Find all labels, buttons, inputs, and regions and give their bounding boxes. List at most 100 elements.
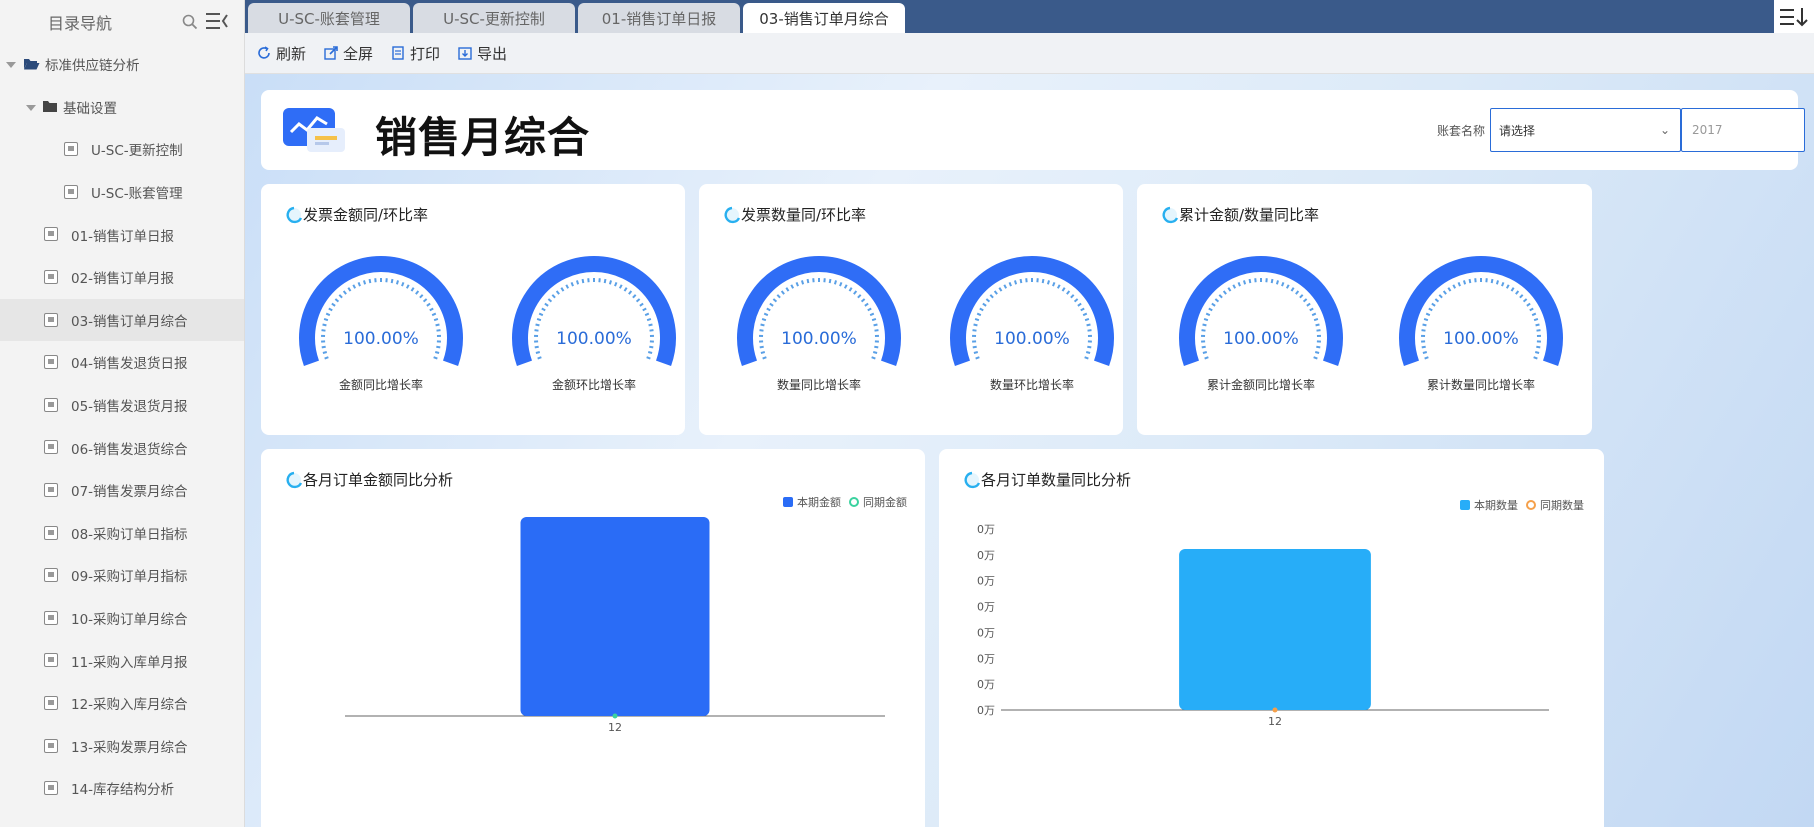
gauge-tick: [979, 307, 984, 312]
sidebar-item-1[interactable]: 基础设置: [0, 86, 244, 129]
sidebar-item-label: U-SC-更新控制: [91, 143, 183, 160]
sidebar-item-label: 03-销售订单月综合: [71, 313, 188, 330]
gauge-tick: [1204, 356, 1209, 360]
tab-sales-monthly-summary[interactable]: 03-销售订单月综合: [743, 3, 905, 33]
gauge-tick: [1306, 302, 1311, 307]
collapse-menu-icon[interactable]: [206, 12, 228, 30]
tab-usc-update[interactable]: U-SC-更新控制: [413, 3, 575, 33]
gauge-tick: [1447, 287, 1452, 292]
tab-menu-button[interactable]: [1774, 0, 1814, 33]
gauge-tick: [1203, 318, 1209, 322]
gauge-tick: [762, 356, 767, 360]
report-icon: [44, 397, 58, 412]
year-input[interactable]: 2017: [1681, 108, 1805, 152]
sidebar-item-12[interactable]: 09-采购订单月指标: [0, 554, 244, 597]
fullscreen-icon: [324, 46, 338, 60]
caret-down-icon[interactable]: [6, 62, 16, 68]
account-select[interactable]: 请选择 ⌄: [1490, 108, 1681, 152]
sidebar-item-label: 04-销售发退货日报: [71, 356, 188, 373]
gauge-tick: [1205, 312, 1211, 317]
sidebar-item-17[interactable]: 14-库存结构分析: [0, 767, 244, 810]
gauge-tick: [1211, 302, 1216, 307]
gauge: 100.00% 累计金额同比增长率: [1161, 250, 1361, 410]
title-marker-icon: [724, 206, 741, 223]
bar-current[interactable]: [520, 517, 710, 716]
gauge-tick: [342, 290, 347, 295]
bar-current[interactable]: [1179, 549, 1371, 710]
gauge-tick: [401, 281, 405, 287]
card-title: 发票金额同/环比率: [285, 204, 428, 225]
sidebar-item-4[interactable]: 01-销售订单日报: [0, 213, 244, 256]
sidebar-item-16[interactable]: 13-采购发票月综合: [0, 725, 244, 768]
report-icon: [44, 482, 58, 497]
tab-usc-account[interactable]: U-SC-账套管理: [248, 3, 410, 33]
gauge-card-cumulative: 累计金额/数量同比率 100.00% 累计金额同比增长率 100.00% 累计数量同比增…: [1137, 184, 1592, 435]
sidebar-item-9[interactable]: 06-销售发退货综合: [0, 426, 244, 469]
sidebar-item-0[interactable]: 标准供应链分析: [0, 43, 244, 86]
gauge-tick: [1501, 281, 1505, 287]
gauge-tick: [547, 298, 553, 303]
search-icon[interactable]: [182, 14, 198, 30]
gauge-tick: [973, 351, 979, 354]
gauge-tick: [544, 302, 549, 307]
sidebar-item-15[interactable]: 12-采购入库月综合: [0, 682, 244, 725]
sidebar-item-5[interactable]: 02-销售订单月报: [0, 256, 244, 299]
gauge-tick: [1077, 302, 1082, 307]
gauge-label: 金额环比增长率: [551, 378, 636, 392]
gauge-tick: [1510, 287, 1515, 292]
sidebar-item-3[interactable]: U-SC-账套管理: [0, 171, 244, 214]
gauge-tick: [1218, 294, 1223, 299]
sidebar-item-2[interactable]: U-SC-更新控制: [0, 128, 244, 171]
tab-sales-daily[interactable]: 01-销售订单日报: [578, 3, 740, 33]
gauge-tick: [435, 323, 440, 327]
sidebar-item-14[interactable]: 11-采购入库单月报: [0, 639, 244, 682]
gauge-value: 100.00%: [994, 329, 1070, 349]
gauge-tick: [873, 323, 878, 327]
gauge-tick: [1275, 280, 1279, 285]
sidebar-item-7[interactable]: 04-销售发退货日报: [0, 341, 244, 384]
app-root: 目录导航 标准供应链分析 基础设置 U-SC-更新控制 U-SC-账套管理 01-销售订…: [0, 0, 1814, 827]
gauge-tick: [324, 356, 329, 360]
sidebar-item-13[interactable]: 10-采购订单月综合: [0, 597, 244, 640]
chart-card-quantity: 各月订单数量同比分析 本期数量 同期数量 0万 0万 0万 0万 0万 0万 0万 0万 12: [939, 449, 1604, 827]
caret-down-icon[interactable]: [26, 104, 36, 111]
sidebar-item-10[interactable]: 07-销售发票月综合: [0, 469, 244, 512]
gauge-tick: [647, 351, 653, 354]
fullscreen-button[interactable]: 全屏: [324, 43, 373, 64]
refresh-button[interactable]: 刷新: [257, 43, 306, 64]
print-icon: [392, 46, 404, 60]
report-icon: [44, 738, 58, 753]
sidebar-item-label: U-SC-账套管理: [91, 186, 183, 203]
gauge-tick: [857, 294, 862, 299]
gauge-dial: [737, 256, 901, 367]
gauge-tick: [1313, 356, 1318, 360]
report-icon: [44, 653, 58, 668]
report-icon: [44, 781, 58, 796]
gauge-tick: [989, 294, 994, 299]
export-button[interactable]: 导出: [458, 43, 507, 64]
gauge-tick: [429, 307, 434, 312]
gauge-tick: [410, 287, 415, 292]
gauge-tick: [322, 323, 327, 327]
gauge-value: 100.00%: [556, 329, 632, 349]
gauge-tick: [1014, 280, 1018, 285]
sidebar-item-11[interactable]: 08-采购订单日指标: [0, 512, 244, 555]
sidebar-item-8[interactable]: 05-销售发退货月报: [0, 384, 244, 427]
point-prior[interactable]: [1272, 707, 1278, 713]
gauge-tick: [1073, 298, 1079, 303]
export-icon: [458, 47, 472, 60]
sidebar-item-label: 标准供应链分析: [45, 58, 140, 75]
point-prior[interactable]: [612, 713, 618, 719]
gauge-label: 数量同比增长率: [776, 378, 861, 392]
gauge-tick: [869, 312, 875, 317]
gauge-tick: [433, 318, 439, 322]
gauge-dial: [1179, 256, 1343, 367]
sidebar-item-label: 06-销售发退货综合: [71, 441, 188, 458]
gauge-tick: [853, 290, 858, 295]
gauge-label: 累计数量同比增长率: [1426, 378, 1535, 392]
gauge-label: 累计金额同比增长率: [1206, 378, 1315, 392]
sidebar: 目录导航 标准供应链分析 基础设置 U-SC-更新控制 U-SC-账套管理 01-销售订…: [0, 0, 245, 827]
report-icon: [44, 355, 58, 370]
sidebar-item-6[interactable]: 03-销售订单月综合: [0, 298, 244, 342]
print-button[interactable]: 打印: [391, 43, 440, 64]
